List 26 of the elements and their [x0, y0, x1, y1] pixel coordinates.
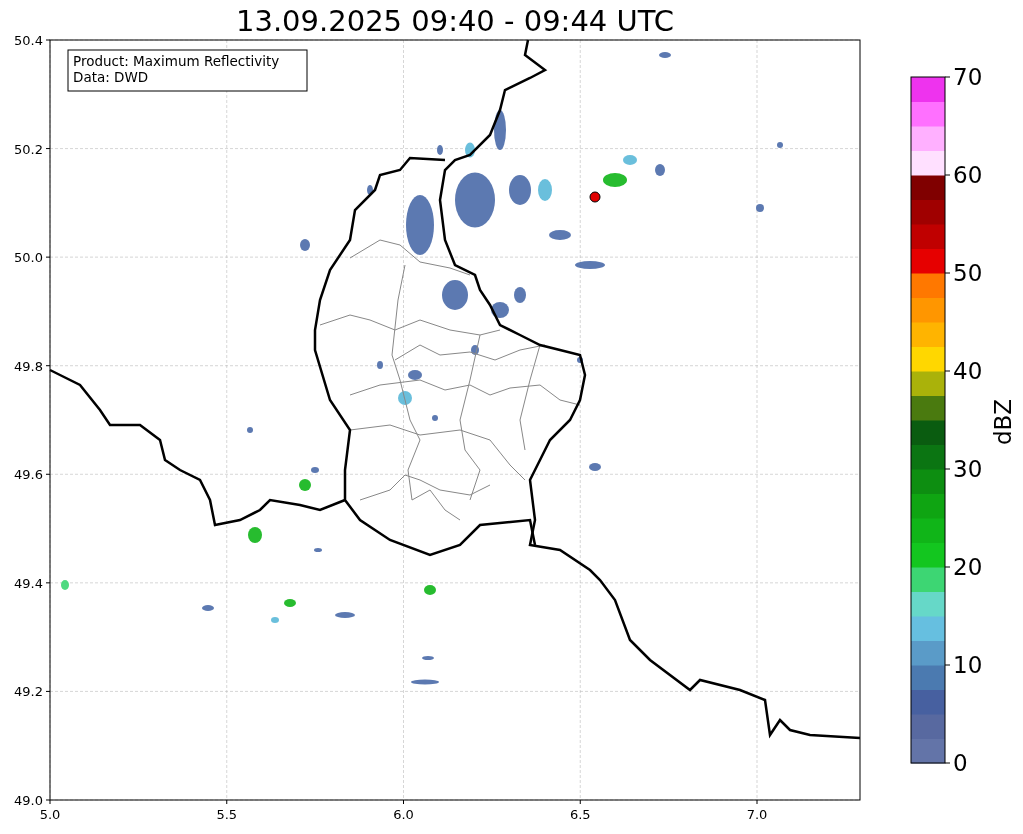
y-axis-tick-label: 50.4	[14, 33, 43, 48]
info-text: Data: DWD	[73, 69, 149, 85]
x-axis-tick-label: 6.0	[393, 807, 414, 822]
y-axis-tick-label: 49.0	[14, 793, 43, 808]
y-axis-tick-label: 49.8	[14, 358, 43, 374]
chart-title: 13.09.2025 09:40 - 09:44 UTC	[236, 4, 674, 38]
x-axis-tick-label: 5.0	[39, 807, 61, 822]
x-axis-tick-label: 5.5	[216, 807, 238, 822]
colorbar-tick-label: 0	[953, 750, 968, 776]
colorbar-tick-label: 20	[953, 554, 983, 580]
x-axis-tick-label: 7.0	[746, 807, 768, 822]
x-axis-tick-label: 6.5	[569, 807, 591, 822]
info-text: Product: Maximum Reflectivity	[73, 53, 280, 69]
colorbar-tick-label: 40	[953, 358, 983, 384]
colorbar-tick-label: 10	[953, 652, 983, 678]
location-marker-icon	[589, 191, 601, 203]
y-axis-tick-label: 50.0	[14, 250, 43, 266]
y-axis-tick-label: 49.6	[14, 467, 43, 483]
colorbar-tick-label: 70	[953, 64, 983, 90]
y-axis-tick-label: 49.4	[14, 575, 43, 591]
colorbar-tick-label: 60	[953, 162, 983, 188]
y-axis-tick-label: 49.2	[14, 684, 43, 700]
y-axis-tick-label: 50.2	[14, 141, 43, 157]
colorbar-tick-label: 50	[953, 260, 983, 286]
colorbar-label: dBZ	[990, 398, 1016, 446]
colorbar-tick-label: 30	[953, 456, 983, 482]
